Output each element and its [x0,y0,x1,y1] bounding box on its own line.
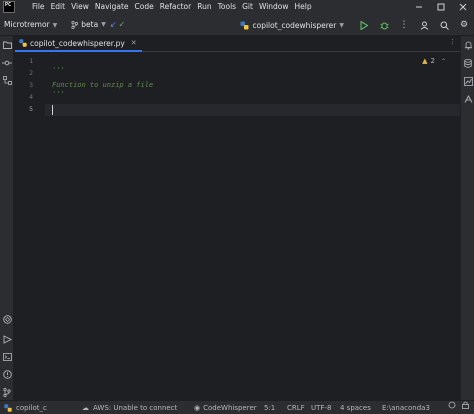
menu-file[interactable]: File [29,0,48,14]
chevron-down-icon: ▼ [101,21,106,28]
status-bar: copilot_c ☁ AWS: Unable to connect ◉ Cod… [0,400,474,414]
code-editor[interactable]: 1 2 3 4 5 ''' Function to unzip a file '… [15,53,460,386]
commit-check-icon[interactable]: ✓ [119,20,126,29]
branch-icon [71,20,79,29]
menu-view[interactable]: View [68,0,92,14]
tab-label: copilot_codewhisperer.py [30,38,125,48]
sciview-icon[interactable] [463,76,473,86]
menu-tools[interactable]: Tools [215,0,239,14]
window-controls [408,0,474,14]
text-cursor [52,105,53,115]
code-line: Function to unzip a file [52,81,154,89]
problems-count: 2 [430,57,435,65]
git-status-icon[interactable] [448,401,456,409]
settings-gear-icon[interactable]: ⚙ [454,14,474,36]
status-project-breadcrumb[interactable]: copilot_c [4,401,47,414]
python-file-icon [4,404,12,412]
codewhisperer-status-icon: ◉ [194,404,201,412]
menu-run[interactable]: Run [194,0,214,14]
menu-window[interactable]: Window [256,0,292,14]
more-tabs-icon[interactable]: ⋮ [449,38,456,46]
menu-help[interactable]: Help [292,0,315,14]
current-line-highlight [45,104,460,116]
chevron-down-icon: ▼ [339,21,344,29]
notifications-icon[interactable] [463,40,473,50]
codewhisperer-icon[interactable] [463,94,473,104]
python-packages-icon[interactable] [2,314,12,324]
project-name: Microtremor [4,20,50,29]
aws-connection-status[interactable]: ☁ AWS: Unable to connect [82,401,177,414]
indent-setting[interactable]: 4 spaces [340,401,371,414]
search-icon[interactable] [434,14,454,36]
services-icon[interactable] [2,334,12,344]
more-actions-icon[interactable]: ⋮ [394,14,414,36]
chevron-down-icon: ▼ [52,22,58,29]
pycharm-logo-icon[interactable]: PC [3,1,15,13]
chevron-up-icon[interactable]: ⌃ [441,58,446,65]
line-separator[interactable]: CRLF [287,401,305,414]
run-configuration-selector[interactable]: copilot_codewhisperer ▼ [240,21,344,30]
git-icon[interactable] [2,387,12,397]
right-tool-strip [460,36,474,400]
codewhisperer-status-label: CodeWhisperer [203,404,257,412]
toolbar-right: copilot_codewhisperer ▼ ⋮ ⚙ [240,14,474,36]
codewhisperer-status[interactable]: ◉ CodeWhisperer [194,401,257,414]
menu-git[interactable]: Git [239,0,256,14]
menu-edit[interactable]: Edit [48,0,69,14]
line-number: 1 [29,57,33,65]
line-number: 4 [29,93,33,101]
menu-refactor[interactable]: Refactor [157,0,194,14]
vcs-branch-widget[interactable]: beta ▼ ↙ ✓ [71,20,125,29]
structure-icon[interactable] [2,75,12,85]
editor-tab-bar: copilot_codewhisperer.py ✕ ⋮ [15,36,460,52]
warning-icon: ▲ [422,57,428,65]
run-config-name: copilot_codewhisperer [252,20,337,30]
commit-icon[interactable] [2,58,12,68]
close-window-icon[interactable] [452,0,474,14]
run-icon[interactable] [354,14,374,36]
branch-name: beta [81,20,99,29]
caret-position[interactable]: 5:1 [264,401,275,414]
line-number: 2 [29,69,33,77]
folder-icon[interactable] [2,40,12,50]
aws-status-label: AWS: Unable to connect [93,404,178,412]
debug-icon[interactable] [374,14,394,36]
cloud-warning-icon: ☁ [82,404,89,412]
menu-bar: PC File Edit View Navigate Code Refactor… [0,0,474,14]
line-number: 5 [29,105,33,113]
status-project-name: copilot_c [16,404,47,412]
database-icon[interactable] [463,58,473,68]
code-line: ''' [52,66,65,74]
minimize-icon[interactable] [408,0,430,14]
main-toolbar: Microtremor ▼ beta ▼ ↙ ✓ copilot_codewhis… [0,14,474,36]
lock-icon[interactable] [462,401,469,409]
maximize-icon[interactable] [430,0,452,14]
menu-navigate[interactable]: Navigate [92,0,132,14]
left-tool-strip [0,36,14,400]
editor-gutter[interactable]: 1 2 3 4 5 [15,53,45,386]
problems-icon[interactable] [2,369,12,379]
file-encoding[interactable]: UTF-8 [311,401,331,414]
terminal-icon[interactable] [2,352,12,362]
inspection-widget[interactable]: ▲ 2 ⌃ [422,57,446,65]
line-number: 3 [29,81,33,89]
python-file-icon [240,21,249,29]
project-widget[interactable]: Microtremor ▼ [4,20,57,29]
editor-tab-copilot-codewhisperer[interactable]: copilot_codewhisperer.py ✕ [15,36,142,52]
main-menu: File Edit View Navigate Code Refactor Ru… [29,0,315,14]
menu-code[interactable]: Code [132,0,157,14]
user-account-icon[interactable] [414,14,434,36]
code-line: ''' [52,90,65,98]
python-file-icon [19,39,27,47]
close-tab-icon[interactable]: ✕ [131,39,137,47]
python-interpreter[interactable]: E:\anaconda3 [382,401,430,414]
update-project-icon[interactable]: ↙ [110,20,117,29]
